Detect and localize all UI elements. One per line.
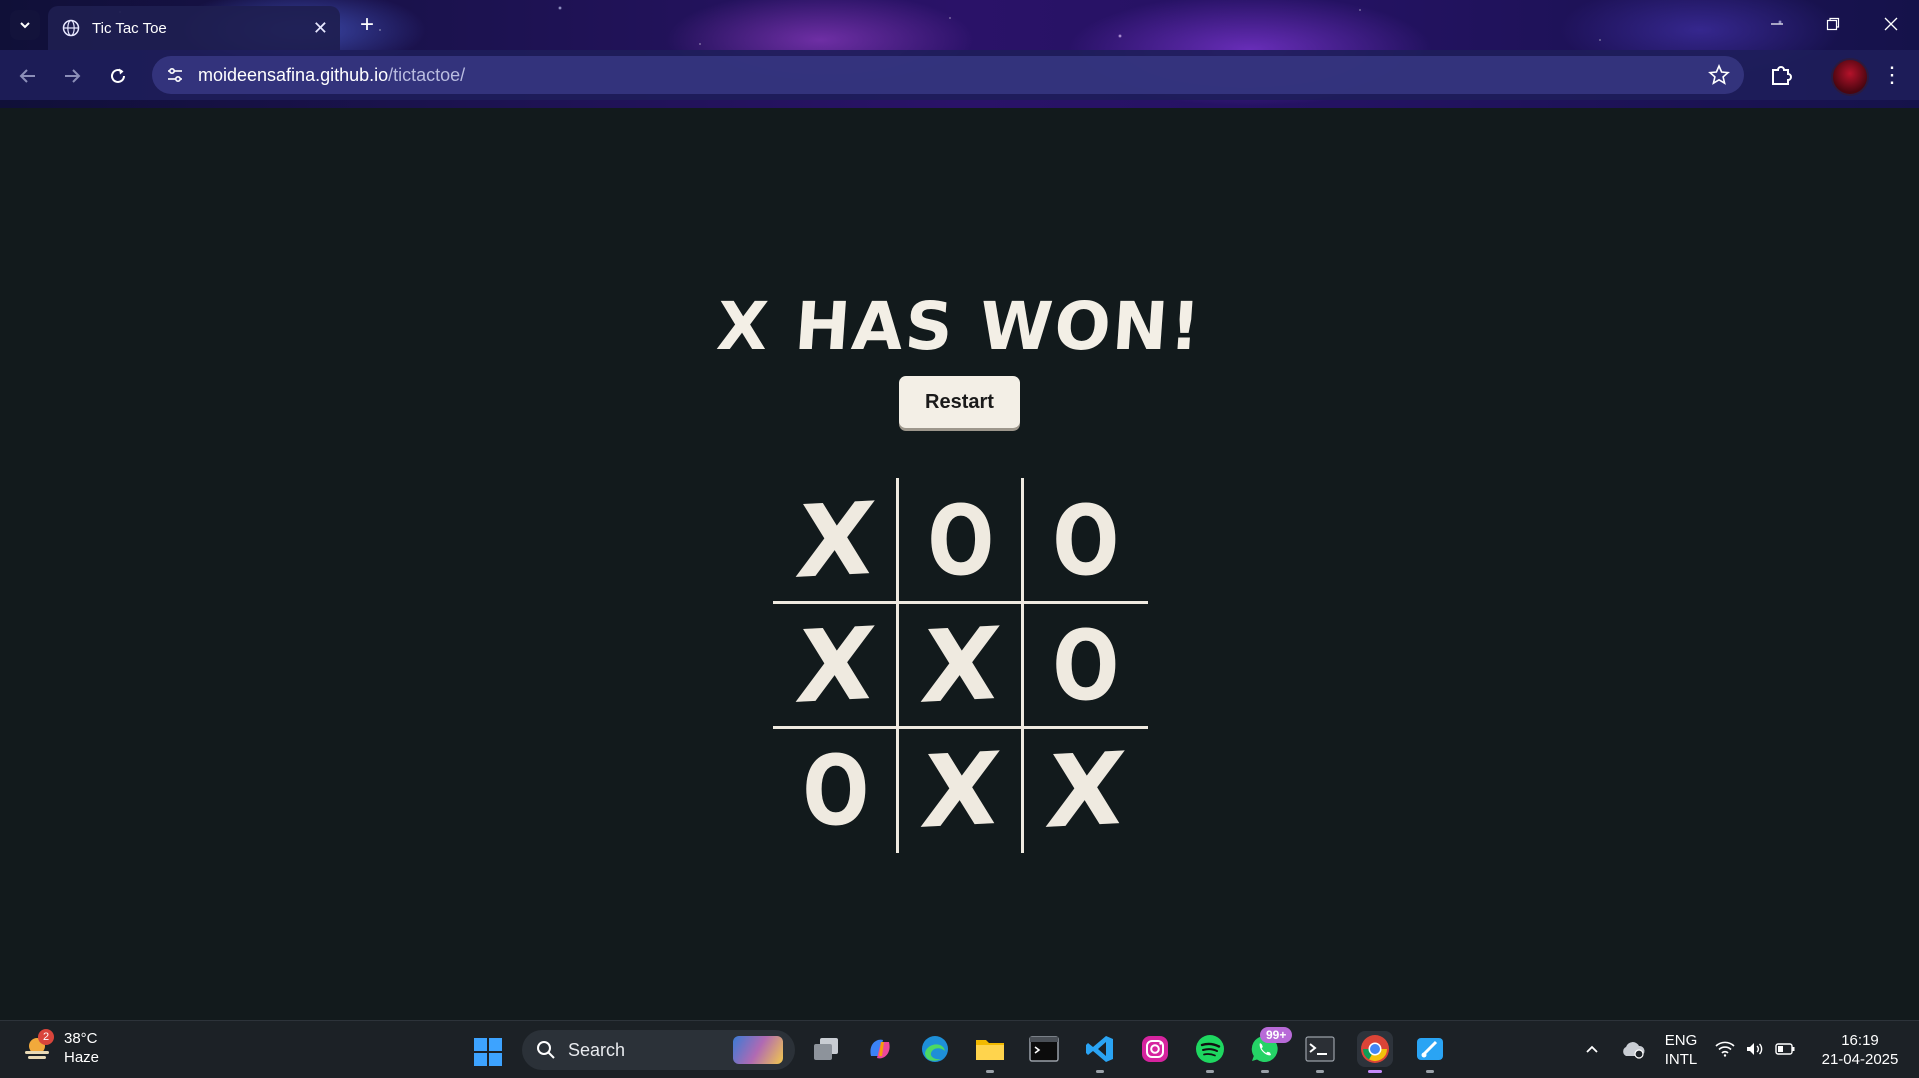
arrow-right-icon — [65, 69, 81, 83]
search-highlight-image — [733, 1036, 783, 1064]
new-tab-button[interactable]: + — [352, 10, 382, 40]
running-indicator — [1261, 1070, 1269, 1073]
onedrive-icon[interactable] — [1614, 1031, 1652, 1067]
chrome-icon[interactable] — [1357, 1031, 1393, 1073]
board-cell[interactable]: O — [1023, 478, 1148, 603]
clock[interactable]: 16:19 21-04-2025 — [1812, 1031, 1908, 1069]
taskbar-search[interactable]: Search — [522, 1030, 795, 1070]
cell-mark: X — [916, 729, 1005, 851]
browser-tab[interactable]: Tic Tac Toe ✕ — [48, 6, 340, 50]
address-bar[interactable]: moideensafina.github.io/tictactoe/ — [152, 56, 1744, 94]
restart-button[interactable]: Restart — [899, 376, 1020, 428]
restore-icon — [1826, 17, 1840, 31]
running-indicator — [986, 1070, 994, 1073]
snipping-tool-icon[interactable] — [1412, 1031, 1448, 1073]
bookmark-star-icon[interactable] — [1708, 64, 1730, 86]
restore-button[interactable] — [1810, 6, 1856, 42]
board-cell[interactable]: X — [898, 603, 1023, 728]
extensions-puzzle-icon[interactable] — [1768, 62, 1794, 88]
cell-mark: O — [927, 484, 994, 597]
windows-start-icon[interactable] — [473, 1037, 503, 1067]
reload-button[interactable] — [102, 60, 134, 92]
language-secondary: INTL — [1664, 1051, 1698, 1068]
chevron-up-icon — [1586, 1045, 1598, 1053]
tab-close-icon[interactable]: ✕ — [313, 18, 328, 39]
cell-mark: X — [791, 604, 880, 726]
tab-title: Tic Tac Toe — [92, 19, 167, 37]
running-indicator — [1206, 1070, 1214, 1073]
cell-mark: O — [802, 734, 869, 847]
board-cell[interactable]: X — [1023, 728, 1148, 853]
language-indicator[interactable]: ENG INTL — [1660, 1031, 1702, 1069]
running-indicator — [1426, 1070, 1434, 1073]
grid-line — [896, 478, 899, 853]
url-path: /tictactoe/ — [388, 64, 466, 85]
terminal-icon[interactable] — [1026, 1031, 1062, 1067]
grid-line — [773, 726, 1148, 729]
window-close-button[interactable] — [1868, 6, 1914, 42]
game-page: X HAS WON! Restart X O O X X O O X X — [0, 108, 1919, 1020]
close-icon — [1884, 17, 1898, 31]
weather-alert-badge: 2 — [38, 1029, 54, 1045]
cell-mark: X — [916, 604, 1005, 726]
url-text: moideensafina.github.io/tictactoe/ — [198, 65, 465, 86]
board-cell[interactable]: X — [898, 728, 1023, 853]
vscode-icon[interactable] — [1082, 1031, 1118, 1073]
url-host: moideensafina.github.io — [198, 64, 389, 85]
show-hidden-icons-button[interactable] — [1574, 1031, 1610, 1067]
board-cell[interactable]: O — [773, 728, 898, 853]
clock-time: 16:19 — [1841, 1032, 1879, 1049]
site-info-icon[interactable] — [162, 62, 188, 88]
browser-menu-icon[interactable]: ⋮ — [1881, 62, 1903, 88]
globe-icon — [62, 19, 80, 37]
board-cell[interactable]: X — [773, 478, 898, 603]
battery-icon[interactable] — [1770, 1031, 1800, 1067]
instagram-icon[interactable] — [1137, 1031, 1173, 1067]
arrow-left-icon — [19, 69, 35, 83]
game-status-title: X HAS WON! — [714, 288, 1205, 365]
tab-search-button[interactable] — [10, 10, 40, 40]
search-placeholder: Search — [568, 1039, 626, 1060]
command-prompt-icon[interactable] — [1302, 1031, 1338, 1073]
cell-mark: O — [1052, 484, 1119, 597]
wifi-icon[interactable] — [1710, 1031, 1740, 1067]
weather-temperature: 38°C — [64, 1030, 98, 1047]
file-explorer-icon[interactable] — [972, 1031, 1008, 1073]
board-cell[interactable]: X — [773, 603, 898, 728]
minimize-icon — [1771, 23, 1783, 25]
copilot-icon[interactable] — [862, 1031, 898, 1067]
reload-icon — [111, 68, 125, 83]
weather-haze-icon: 2 — [22, 1029, 54, 1063]
board-cell[interactable]: O — [1023, 603, 1148, 728]
grid-line — [773, 601, 1148, 604]
whatsapp-unread-badge: 99+ — [1260, 1027, 1293, 1043]
forward-button[interactable] — [56, 60, 88, 92]
grid-line — [1021, 478, 1024, 853]
edge-browser-icon[interactable] — [917, 1031, 953, 1067]
board-cell[interactable]: O — [898, 478, 1023, 603]
minimize-button[interactable] — [1754, 6, 1800, 42]
cell-mark: O — [1052, 609, 1119, 722]
cell-mark: X — [1041, 729, 1130, 851]
profile-avatar[interactable] — [1831, 58, 1869, 96]
active-indicator — [1368, 1070, 1382, 1073]
running-indicator — [1316, 1070, 1324, 1073]
language-primary: ENG — [1664, 1032, 1698, 1049]
chevron-down-icon — [20, 22, 30, 29]
game-board: X O O X X O O X X — [773, 478, 1148, 853]
cell-mark: X — [791, 479, 880, 601]
task-view-icon[interactable] — [808, 1031, 844, 1067]
weather-condition: Haze — [64, 1049, 100, 1066]
taskbar: 2 38°C Haze Search 99+ ENG INTL 16:19 21… — [0, 1020, 1919, 1078]
weather-widget[interactable]: 2 38°C Haze — [22, 1029, 99, 1067]
browser-chrome: Tic Tac Toe ✕ + moideensafina.github.io/… — [0, 0, 1919, 108]
browser-toolbar: moideensafina.github.io/tictactoe/ ⋮ — [0, 50, 1919, 100]
clock-date: 21-04-2025 — [1821, 1051, 1899, 1068]
volume-icon[interactable] — [1740, 1031, 1770, 1067]
search-icon — [537, 1041, 555, 1059]
running-indicator — [1096, 1070, 1104, 1073]
back-button[interactable] — [12, 60, 44, 92]
spotify-icon[interactable] — [1192, 1031, 1228, 1073]
